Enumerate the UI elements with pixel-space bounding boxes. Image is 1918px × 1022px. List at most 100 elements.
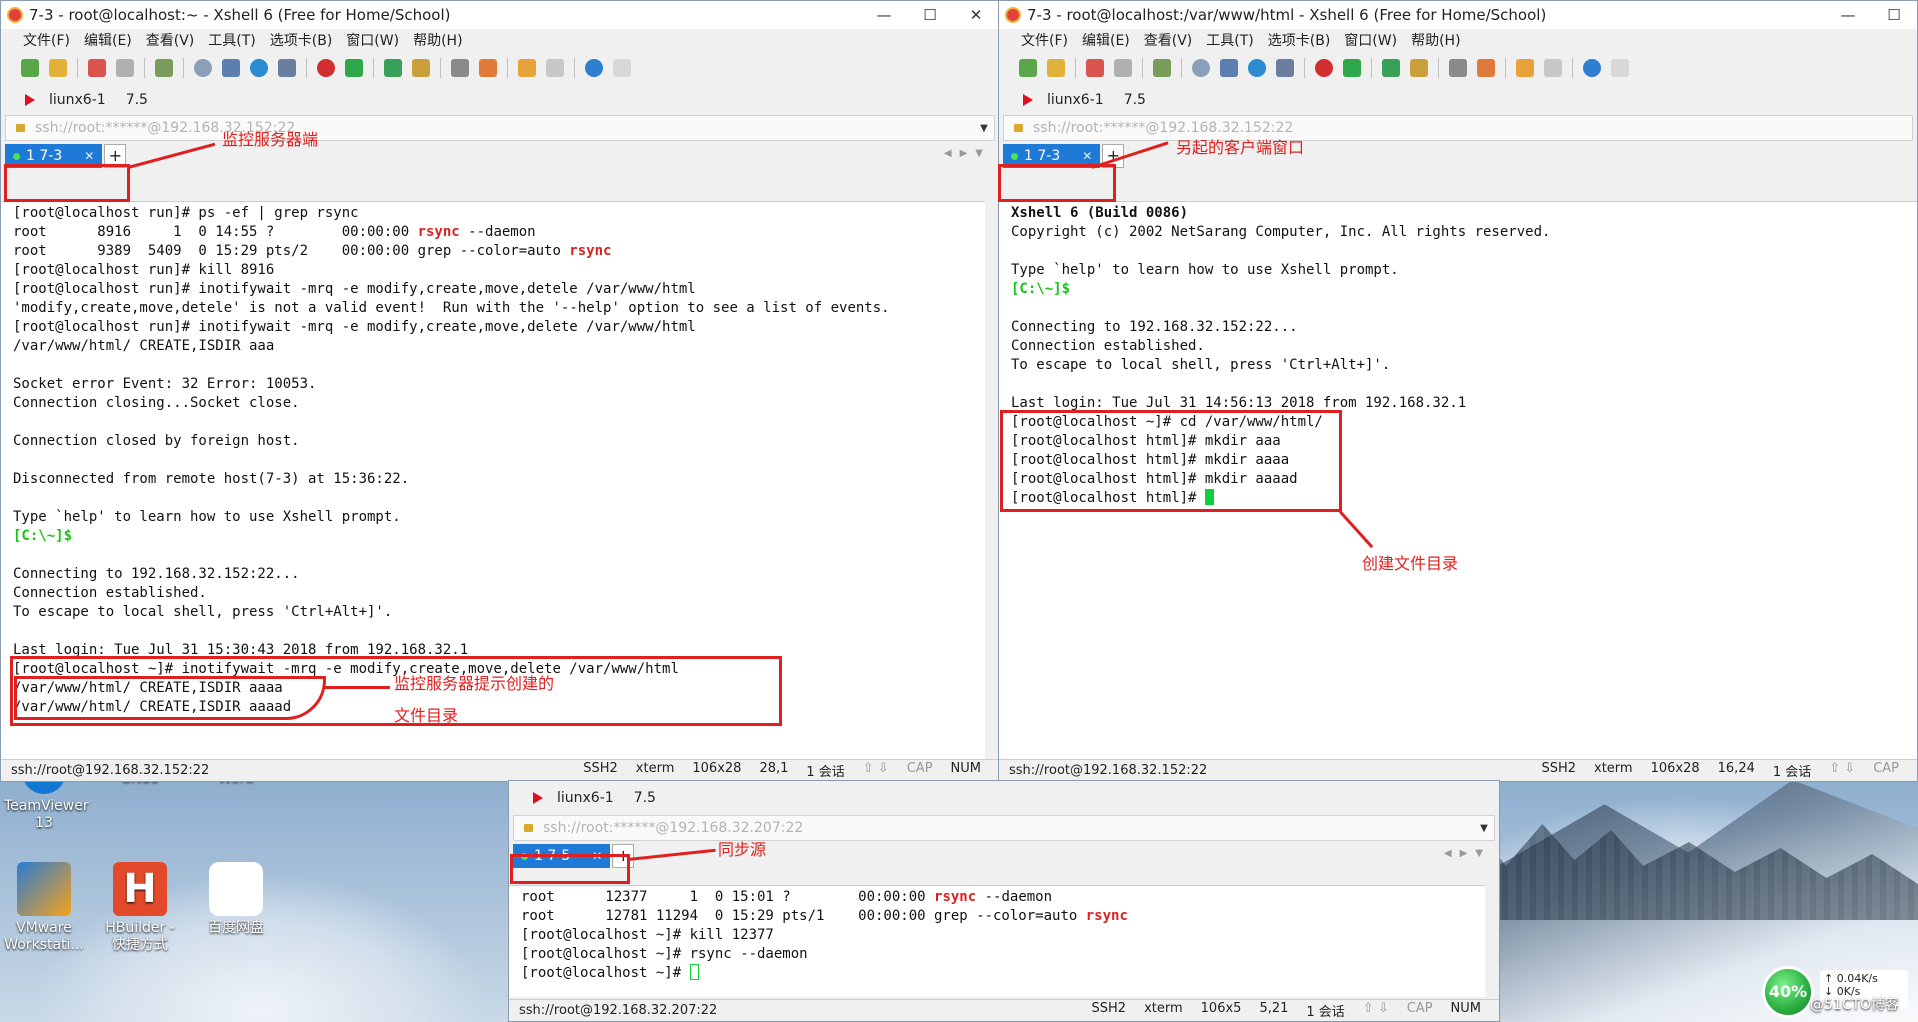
font-icon[interactable]: [1276, 59, 1294, 77]
annotation-box-mkdir: [1000, 410, 1342, 512]
terminal-text: --daemon: [976, 889, 1053, 905]
compose-icon[interactable]: [1544, 59, 1562, 77]
desktop-icon-hbuilder[interactable]: H HBuilder - 快捷方式: [100, 862, 180, 954]
menu-view[interactable]: 查看(V): [146, 30, 195, 50]
vertical-scrollbar[interactable]: [1485, 885, 1499, 997]
minimize-button[interactable]: —: [1825, 6, 1871, 24]
add-icon[interactable]: [518, 59, 536, 77]
highlight-icon[interactable]: [1477, 59, 1495, 77]
layout-icon[interactable]: [1220, 59, 1238, 77]
maximize-button[interactable]: ☐: [1871, 6, 1917, 24]
menu-help[interactable]: 帮助(H): [413, 30, 462, 50]
terminal-text: Disconnected from remote host(7-3) at 15…: [13, 471, 410, 487]
keyboard-icon[interactable]: [1449, 59, 1467, 77]
properties-icon[interactable]: [155, 59, 173, 77]
find-icon[interactable]: [194, 59, 212, 77]
menu-help[interactable]: 帮助(H): [1411, 30, 1460, 50]
title-bar[interactable]: 7-3 - root@localhost:~ - Xshell 6 (Free …: [1, 1, 999, 29]
open-folder-icon[interactable]: [1047, 59, 1065, 77]
link-flag-icon: [533, 792, 543, 804]
terminal-output[interactable]: root 12377 1 0 15:01 ? 00:00:00 rsync --…: [509, 885, 1485, 997]
new-session-icon[interactable]: [21, 59, 39, 77]
address-bar[interactable]: ssh://root:******@192.168.32.207:22 ▼: [513, 815, 1495, 841]
connect-icon[interactable]: [1086, 59, 1104, 77]
menu-edit[interactable]: 编辑(E): [84, 30, 132, 50]
disconnect-icon[interactable]: [116, 59, 134, 77]
toolbar-separator: [373, 58, 374, 78]
status-arrows: ⇧ ⇩: [1362, 1001, 1389, 1016]
link-session-name[interactable]: liunx6-1: [1047, 92, 1104, 108]
menu-file[interactable]: 文件(F): [23, 30, 70, 50]
open-folder-icon[interactable]: [49, 59, 67, 77]
fullscreen-icon[interactable]: [1382, 59, 1400, 77]
tab-close-icon[interactable]: ✕: [1082, 149, 1092, 163]
terminal-text: [root@localhost run]# inotifywait -mrq -…: [13, 319, 696, 335]
disconnect-icon[interactable]: [1114, 59, 1132, 77]
terminal-line: [root@localhost run]# ps -ef | grep rsyn…: [13, 204, 987, 223]
help-icon[interactable]: [1583, 59, 1601, 77]
link-session-version[interactable]: 7.5: [634, 790, 656, 806]
menu-window[interactable]: 窗口(W): [346, 30, 399, 50]
terminal-line: To escape to local shell, press 'Ctrl+Al…: [13, 603, 987, 622]
layout-icon[interactable]: [222, 59, 240, 77]
menu-tabs[interactable]: 选项卡(B): [1268, 30, 1331, 50]
status-bar: ssh://root@192.168.32.152:22 SSH2 xterm …: [999, 759, 1917, 781]
menu-file[interactable]: 文件(F): [1021, 30, 1068, 50]
link-session-version[interactable]: 7.5: [126, 92, 148, 108]
link-session-name[interactable]: liunx6-1: [557, 790, 614, 806]
title-bar[interactable]: 7-3 - root@localhost:/var/www/html - Xsh…: [999, 1, 1917, 29]
find-icon[interactable]: [1192, 59, 1210, 77]
globe-icon[interactable]: [250, 59, 268, 77]
link-session-version[interactable]: 7.5: [1124, 92, 1146, 108]
toolbar-separator: [574, 58, 575, 78]
tab-scroll-arrows[interactable]: ◀▶▼: [944, 148, 991, 159]
font-icon[interactable]: [278, 59, 296, 77]
menu-tools[interactable]: 工具(T): [208, 30, 255, 50]
add-icon[interactable]: [1516, 59, 1534, 77]
terminal-text: Xshell 6 (Build 0086): [1011, 205, 1189, 221]
minimize-button[interactable]: —: [861, 6, 907, 24]
keyboard-icon[interactable]: [451, 59, 469, 77]
menu-edit[interactable]: 编辑(E): [1082, 30, 1130, 50]
xftp-icon[interactable]: [317, 59, 335, 77]
menu-tabs[interactable]: 选项卡(B): [270, 30, 333, 50]
chevron-down-icon[interactable]: ▼: [974, 123, 994, 134]
xftp-green-icon[interactable]: [1343, 59, 1361, 77]
help-icon[interactable]: [585, 59, 603, 77]
status-sessions: 1 会话: [1306, 1005, 1345, 1020]
annotation-arrow: [324, 686, 390, 689]
desktop-icon-baidu-netdisk[interactable]: 百度网盘: [196, 862, 276, 937]
menu-tools[interactable]: 工具(T): [1206, 30, 1253, 50]
menu-view[interactable]: 查看(V): [1144, 30, 1193, 50]
new-session-icon[interactable]: [1019, 59, 1037, 77]
terminal-text: root 8916 1 0 14:55 ? 00:00:00: [13, 224, 418, 240]
tab-close-icon[interactable]: ✕: [84, 149, 94, 163]
address-bar[interactable]: ssh://root:******@192.168.32.152:22: [1003, 115, 1913, 141]
address-bar[interactable]: ssh://root:******@192.168.32.152:22 ▼: [5, 115, 995, 141]
compose-icon[interactable]: [546, 59, 564, 77]
desktop-icon-vmware[interactable]: VMware Workstati...: [4, 862, 84, 954]
fullscreen-icon[interactable]: [384, 59, 402, 77]
chat-icon[interactable]: [1611, 59, 1629, 77]
lock-icon[interactable]: [412, 59, 430, 77]
tab-scroll-arrows[interactable]: ◀▶▼: [1444, 848, 1491, 859]
highlight-icon[interactable]: [479, 59, 497, 77]
link-session-name[interactable]: liunx6-1: [49, 92, 106, 108]
properties-icon[interactable]: [1153, 59, 1171, 77]
menu-window[interactable]: 窗口(W): [1344, 30, 1397, 50]
chevron-down-icon[interactable]: ▼: [1474, 823, 1494, 834]
terminal-line: [C:\~]$: [1011, 280, 1917, 299]
xftp-green-icon[interactable]: [345, 59, 363, 77]
close-button[interactable]: ✕: [953, 6, 999, 24]
xftp-icon[interactable]: [1315, 59, 1333, 77]
lock-icon[interactable]: [1410, 59, 1428, 77]
terminal-line: Connection established.: [13, 584, 987, 603]
terminal-text: Connection established.: [1011, 338, 1205, 354]
connect-icon[interactable]: [88, 59, 106, 77]
chat-icon[interactable]: [613, 59, 631, 77]
vertical-scrollbar[interactable]: [985, 201, 999, 759]
link-flag-icon: [25, 94, 35, 106]
globe-icon[interactable]: [1248, 59, 1266, 77]
annotation-box-right-tab: [998, 164, 1116, 202]
maximize-button[interactable]: ☐: [907, 6, 953, 24]
